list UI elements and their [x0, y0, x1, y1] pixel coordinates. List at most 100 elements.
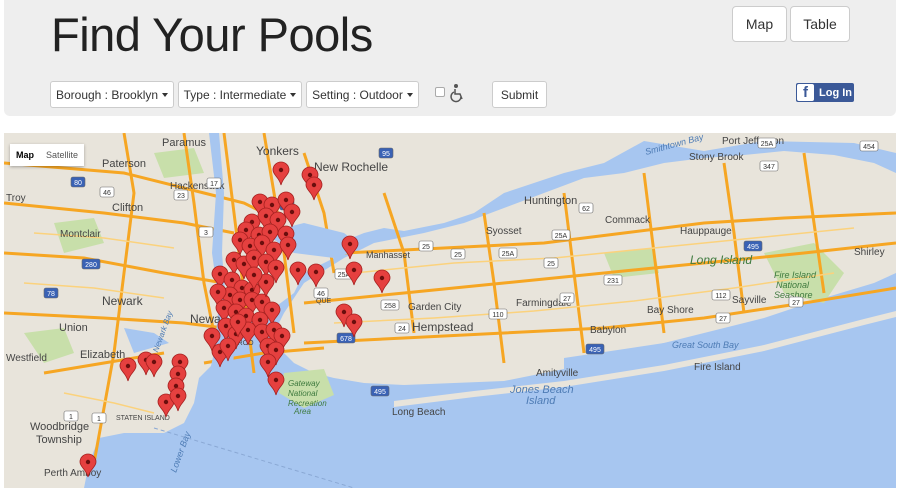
borough-dropdown[interactable]: Borough : Brooklyn: [50, 81, 174, 108]
place-label: Manhasset: [366, 250, 411, 260]
place-label: Perth Amboy: [44, 468, 101, 479]
facebook-login-button[interactable]: f Log In: [796, 83, 854, 102]
route-shield-label: 258: [384, 303, 396, 310]
route-shield-icon: 25A: [757, 137, 777, 149]
place-label: Island: [526, 395, 556, 407]
page-title: Find Your Pools: [51, 8, 373, 61]
route-shield-label: 27: [563, 296, 571, 303]
park-label: Area: [293, 407, 311, 416]
route-shield-icon: 27: [559, 292, 575, 304]
place-label: Sayville: [732, 295, 767, 306]
place-label: Troy: [6, 193, 26, 204]
route-shield-label: 25: [422, 244, 430, 251]
route-shield-icon: 25A: [551, 229, 571, 241]
route-shield-label: 62: [582, 206, 590, 213]
route-shield-icon: 231: [603, 274, 623, 286]
route-shield-label: 280: [85, 262, 97, 269]
route-shield-label: 23: [177, 193, 185, 200]
accessible-checkbox[interactable]: [435, 87, 445, 97]
route-shield-label: 25A: [502, 251, 515, 258]
place-label: Shirley: [854, 247, 885, 258]
region-label: Long Island: [690, 253, 752, 267]
route-shield-icon: 280: [81, 258, 101, 270]
route-shield-label: 112: [715, 293, 726, 300]
route-shield-icon: 25: [450, 248, 466, 260]
route-shield-icon: 25: [418, 240, 434, 252]
map-view-button[interactable]: Map: [732, 6, 787, 42]
route-shield-label: 454: [863, 144, 875, 151]
route-shield-icon: 110: [488, 308, 508, 320]
place-label: Fire Island: [694, 362, 741, 373]
route-shield-label: 1: [69, 414, 73, 421]
place-label: Syosset: [486, 226, 522, 237]
place-label: QUE: [316, 298, 332, 305]
place-label: Bay Shore: [647, 305, 694, 316]
route-shield-label: 110: [492, 312, 503, 319]
route-shield-icon: 258: [380, 299, 400, 311]
route-shield-icon: 495: [585, 343, 605, 355]
map-canvas[interactable]: Paramus Yonkers New Rochelle Paterson Ha…: [4, 133, 896, 488]
route-shield-icon: 1: [63, 410, 79, 422]
place-label: Commack: [605, 215, 651, 226]
caret-down-icon: [290, 92, 297, 97]
route-shield-label: 80: [74, 180, 82, 187]
facebook-icon: f: [797, 84, 814, 101]
route-shield-label: 95: [382, 151, 390, 158]
route-shield-icon: 80: [70, 176, 86, 188]
route-shield-label: 27: [719, 316, 727, 323]
route-shield-icon: 24: [394, 322, 410, 334]
place-label: Paterson: [102, 158, 146, 170]
place-label: Hauppauge: [680, 226, 732, 237]
place-label: Paramus: [162, 137, 207, 149]
place-label: Township: [36, 434, 82, 446]
place-label: Garden City: [408, 302, 461, 313]
place-label: Amityville: [536, 368, 579, 379]
route-shield-icon: 112: [711, 289, 731, 301]
submit-button[interactable]: Submit: [492, 81, 547, 108]
map-type-satellite-button[interactable]: Satellite: [40, 144, 84, 166]
park-label: National: [288, 389, 318, 398]
place-label: Union: [59, 322, 88, 334]
place-label: Stony Brook: [689, 152, 744, 163]
setting-dropdown[interactable]: Setting : Outdoor: [306, 81, 419, 108]
route-shield-icon: 62: [578, 202, 594, 214]
route-shield-label: 25: [547, 261, 555, 268]
route-shield-icon: 678: [336, 332, 356, 344]
route-shield-icon: 17: [206, 177, 222, 189]
route-shield-icon: 347: [759, 160, 779, 172]
route-shield-icon: 95: [378, 147, 394, 159]
park-label: Fire Island: [774, 270, 817, 280]
route-shield-icon: 495: [370, 385, 390, 397]
place-label: Newark: [102, 294, 144, 308]
place-label: Babylon: [590, 325, 626, 336]
table-view-button[interactable]: Table: [790, 6, 850, 42]
type-dropdown[interactable]: Type : Intermediate: [178, 81, 302, 108]
route-shield-label: 27: [792, 300, 800, 307]
place-label: Woodbridge: [30, 421, 89, 433]
place-label: Clifton: [112, 202, 143, 214]
route-shield-label: 78: [47, 291, 55, 298]
place-label: Montclair: [60, 229, 101, 240]
route-shield-label: 231: [607, 278, 619, 285]
route-shield-icon: 25: [543, 257, 559, 269]
place-label: Huntington: [524, 195, 577, 207]
route-shield-label: 25A: [761, 141, 774, 148]
pool-map[interactable]: Paramus Yonkers New Rochelle Paterson Ha…: [4, 133, 896, 488]
map-type-map-button[interactable]: Map: [10, 144, 40, 166]
facebook-login-label: Log In: [819, 86, 852, 99]
map-type-control: Map Satellite: [10, 144, 85, 166]
place-label: Hempstead: [412, 320, 473, 334]
place-label: STATEN ISLAND: [116, 415, 170, 422]
type-dropdown-label: Type : Intermediate: [183, 87, 287, 102]
route-shield-label: 17: [210, 181, 218, 188]
borough-dropdown-label: Borough : Brooklyn: [55, 87, 159, 102]
caret-down-icon: [162, 92, 169, 97]
park-label: Gateway: [288, 379, 321, 388]
route-shield-icon: 3: [198, 226, 214, 238]
place-label: New Rochelle: [314, 160, 388, 174]
route-shield-label: 495: [747, 244, 759, 251]
route-shield-icon: 23: [173, 189, 189, 201]
route-shield-label: 46: [317, 291, 325, 298]
route-shield-icon: 27: [788, 296, 804, 308]
route-shield-label: 24: [398, 326, 406, 333]
